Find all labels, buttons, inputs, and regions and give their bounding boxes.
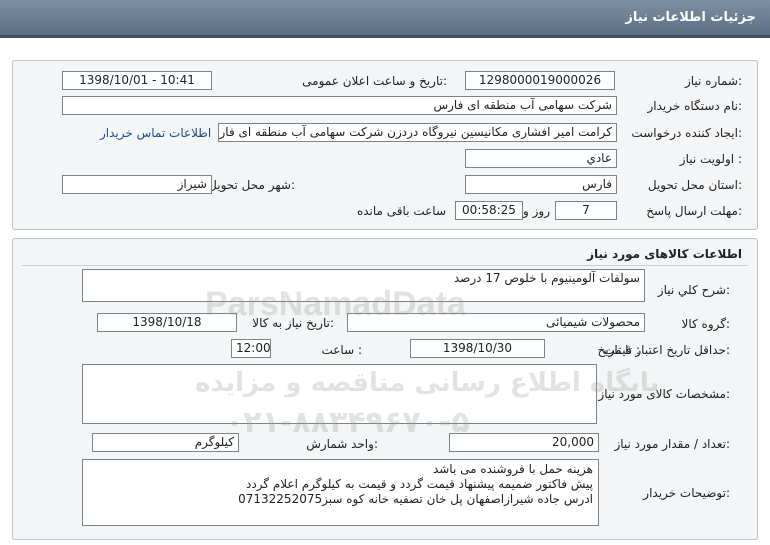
spec-field	[82, 364, 597, 424]
notes-line-3: ادرس جاده شیرازاصفهان پل خان تصفیه خانه …	[238, 492, 593, 506]
buyer-org-field: شرکت سهامی آب منطقه ای فارس	[62, 96, 617, 115]
need-number-field: 1298000019000026	[465, 71, 615, 90]
need-number-label: شماره نیاز:	[684, 74, 742, 88]
city-field: شیراز	[62, 175, 212, 194]
section-divider	[22, 265, 748, 266]
qty-field: 20,000	[449, 433, 599, 452]
priority-label: اولویت نیاز :	[679, 152, 742, 166]
creator-label: ایجاد کننده درخواست:	[631, 126, 742, 140]
title-bar: جزئیات اطلاعات نیاز	[0, 0, 770, 38]
group-field: محصولات شیمیائی	[347, 313, 645, 332]
priority-field: عادي	[465, 149, 617, 168]
goods-section-title: اطلاعات کالاهای مورد نیاز	[587, 247, 742, 261]
qty-value: 20,000	[552, 435, 594, 449]
summary-label: شرح کلي نیاز:	[657, 283, 730, 297]
spec-label: مشخصات کالای مورد نیاز:	[598, 387, 730, 401]
deadline-days-suffix: روز و	[523, 204, 550, 218]
province-label: استان محل تحویل:	[647, 178, 742, 192]
qty-label: تعداد / مقدار مورد نیاز:	[614, 437, 730, 451]
buyer-notes-label: توضیحات خریدار:	[643, 486, 730, 500]
group-label: گروه کالا:	[681, 317, 731, 331]
until-date-label: تا تاریخ :	[597, 343, 640, 357]
need-date-field: 1398/10/18	[97, 313, 237, 332]
unit-field: کیلوگرم	[92, 433, 239, 452]
notes-line-2: پیش فاکتور ضمیمه پیشنهاد قیمت گردد و قیم…	[246, 477, 593, 491]
buyer-org-label: نام دستگاه خریدار:	[647, 99, 743, 113]
hour-field: 12:00	[231, 339, 271, 358]
page-title: جزئیات اطلاعات نیاز	[625, 10, 756, 25]
unit-label: واحد شمارش:	[306, 437, 378, 451]
city-label: شهر محل تحویل:	[208, 178, 295, 192]
need-date-label: تاریخ نیاز به کالا:	[252, 316, 334, 330]
creator-field: کرامت امیر افشاری مکانیسین نیروگاه دردزن…	[218, 123, 617, 142]
until-date-field: 1398/10/30	[410, 339, 545, 358]
hour-label: ساعت :	[321, 343, 362, 357]
announce-date-field: 1398/10/01 - 10:41	[62, 71, 212, 90]
notes-line-1: هزینه حمل با فروشنده می باشد	[432, 462, 593, 476]
deadline-days-field: 7	[555, 201, 617, 220]
time-left-suffix: ساعت باقی مانده	[356, 204, 446, 218]
deadline-label: مهلت ارسال پاسخ:	[646, 204, 742, 218]
summary-field: سولفات آلومینیوم با خلوص 17 درصد	[82, 269, 645, 302]
buyer-contact-link[interactable]: اطلاعات تماس خریدار	[100, 126, 211, 140]
province-field: فارس	[465, 175, 617, 194]
time-left-field: 00:58:25	[455, 201, 523, 220]
announce-date-label: تاریخ و ساعت اعلان عمومی:	[302, 74, 447, 88]
buyer-notes-field: هزینه حمل با فروشنده می باشد پیش فاکتور …	[82, 459, 599, 526]
